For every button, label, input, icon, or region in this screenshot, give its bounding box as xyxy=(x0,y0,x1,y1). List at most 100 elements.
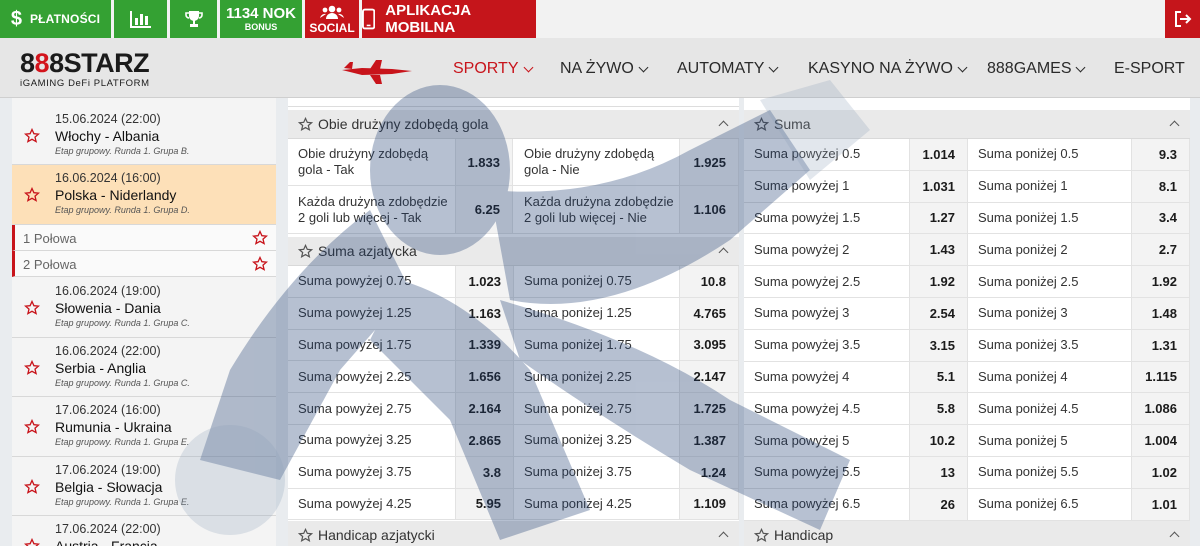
logout-button[interactable] xyxy=(1165,0,1200,38)
outcome-name: Suma poniżej 1.5 xyxy=(968,202,1132,234)
mobile-app-button[interactable]: APLIKACJA MOBILNA xyxy=(362,0,536,38)
odd-button[interactable]: 1.925 xyxy=(680,139,739,185)
odd-button[interactable]: 1.004 xyxy=(1132,425,1190,456)
second-half-item[interactable]: 2 Połowa xyxy=(12,251,276,277)
first-half-item[interactable]: 1 Połowa xyxy=(12,225,276,251)
odd-button[interactable]: 2.865 xyxy=(456,425,514,456)
odd-button[interactable]: 9.3 xyxy=(1132,139,1190,170)
odd-button[interactable]: 26 xyxy=(910,488,968,520)
star-icon[interactable] xyxy=(252,230,268,246)
odd-button[interactable]: 5.1 xyxy=(910,361,968,393)
star-icon[interactable] xyxy=(24,419,40,435)
odd-button[interactable]: 1.109 xyxy=(680,488,739,520)
nav-slots[interactable]: AUTOMATY xyxy=(677,60,779,78)
star-icon[interactable] xyxy=(298,528,313,543)
chevron-up-icon[interactable] xyxy=(718,120,729,131)
event-item[interactable]: 17.06.2024 (19:00) Belgia - Słowacja Eta… xyxy=(12,457,276,516)
odd-button[interactable]: 6.25 xyxy=(456,186,513,233)
odd-button[interactable]: 1.086 xyxy=(1132,393,1190,425)
odd-button[interactable]: 1.48 xyxy=(1132,298,1190,329)
nav-live[interactable]: NA ŻYWO xyxy=(560,60,649,78)
total-header[interactable]: Suma xyxy=(744,110,1190,139)
prev-market-edge xyxy=(288,98,739,107)
chevron-up-icon[interactable] xyxy=(718,531,729,542)
odd-button[interactable]: 2.147 xyxy=(680,361,739,393)
odd-button[interactable]: 1.106 xyxy=(680,186,739,233)
market-row: Suma powyżej 1.75 1.339 Suma poniżej 1.75 3… xyxy=(288,329,739,362)
nav-888games[interactable]: 888GAMES xyxy=(987,60,1086,78)
odd-button[interactable]: 1.014 xyxy=(910,139,968,170)
chevron-up-icon[interactable] xyxy=(718,247,729,258)
odd-button[interactable]: 1.27 xyxy=(910,202,968,234)
market-row: Suma powyżej 5.5 13 Suma poniżej 5.5 1.02 xyxy=(744,457,1190,489)
star-icon[interactable] xyxy=(298,117,313,132)
asian-handicap-header[interactable]: Handicap azjatycki xyxy=(288,521,739,546)
star-icon[interactable] xyxy=(24,479,40,495)
tournaments-button[interactable] xyxy=(170,0,217,38)
trophy-icon xyxy=(184,11,203,27)
nav-live-casino[interactable]: KASYNO NA ŻYWO xyxy=(808,60,968,78)
odd-button[interactable]: 1.24 xyxy=(680,456,739,488)
bonus-button[interactable]: 1134 NOK BONUS xyxy=(220,0,302,38)
btts-header[interactable]: Obie drużyny zdobędą gola xyxy=(288,110,739,139)
odd-button[interactable]: 10.8 xyxy=(680,266,739,297)
odd-button[interactable]: 1.43 xyxy=(910,234,968,266)
chevron-up-icon[interactable] xyxy=(1169,120,1180,131)
star-icon[interactable] xyxy=(754,528,769,543)
odd-button[interactable]: 1.031 xyxy=(910,170,968,202)
star-icon[interactable] xyxy=(754,117,769,132)
odd-button[interactable]: 1.387 xyxy=(680,425,739,456)
odd-button[interactable]: 1.023 xyxy=(456,266,514,297)
star-icon[interactable] xyxy=(24,360,40,376)
star-icon[interactable] xyxy=(24,187,40,203)
star-icon[interactable] xyxy=(252,256,268,272)
odd-button[interactable]: 3.8 xyxy=(456,456,514,488)
star-icon[interactable] xyxy=(24,538,40,546)
odd-button[interactable]: 1.163 xyxy=(456,297,514,329)
odd-button[interactable]: 1.01 xyxy=(1132,488,1190,520)
mobile-app-label: APLIKACJA MOBILNA xyxy=(385,2,471,36)
odd-button[interactable]: 1.115 xyxy=(1132,361,1190,393)
payments-button[interactable]: $ PŁATNOŚCI xyxy=(0,0,111,38)
odd-button[interactable]: 1.725 xyxy=(680,393,739,424)
nav-esport[interactable]: E-SPORT xyxy=(1114,60,1185,78)
event-item[interactable]: 16.06.2024 (19:00) Słowenia - Dania Etap… xyxy=(12,278,276,338)
odd-button[interactable]: 1.656 xyxy=(456,361,514,393)
event-item[interactable]: 16.06.2024 (22:00) Serbia - Anglia Etap … xyxy=(12,338,276,397)
odd-button[interactable]: 2.54 xyxy=(910,298,968,329)
odd-button[interactable]: 1.92 xyxy=(910,266,968,297)
odd-button[interactable]: 4.765 xyxy=(680,297,739,329)
logo[interactable]: 888STARZ iGAMING DeFi PLATFORM xyxy=(20,50,150,90)
nav-sports[interactable]: SPORTY xyxy=(453,60,533,78)
odd-button[interactable]: 1.02 xyxy=(1132,457,1190,488)
chevron-up-icon[interactable] xyxy=(1169,531,1180,542)
odd-button[interactable]: 1.31 xyxy=(1132,329,1190,361)
star-icon[interactable] xyxy=(24,128,40,144)
odd-button[interactable]: 1.339 xyxy=(456,329,514,361)
star-icon[interactable] xyxy=(298,244,313,259)
social-button[interactable]: SOCIAL xyxy=(305,0,359,38)
odd-button[interactable]: 5.8 xyxy=(910,393,968,425)
odd-button[interactable]: 3.095 xyxy=(680,329,739,361)
statistics-button[interactable] xyxy=(114,0,167,38)
odd-button[interactable]: 2.7 xyxy=(1132,234,1190,266)
odd-button[interactable]: 13 xyxy=(910,457,968,488)
odd-button[interactable]: 2.164 xyxy=(456,393,514,424)
handicap-header[interactable]: Handicap xyxy=(744,521,1190,546)
odd-button[interactable]: 5.95 xyxy=(456,488,514,520)
odd-button[interactable]: 1.833 xyxy=(456,139,513,185)
odd-button[interactable]: 3.4 xyxy=(1132,202,1190,234)
outcome-name: Suma powyżej 1.25 xyxy=(288,297,456,329)
odd-button[interactable]: 10.2 xyxy=(910,425,968,456)
event-item[interactable]: 15.06.2024 (22:00) Włochy - Albania Etap… xyxy=(12,106,276,165)
odd-button[interactable]: 3.15 xyxy=(910,329,968,361)
asian-total-header[interactable]: Suma azjatycka xyxy=(288,237,739,266)
event-item[interactable]: 17.06.2024 (16:00) Rumunia - Ukraina Eta… xyxy=(12,397,276,457)
event-item-selected[interactable]: 16.06.2024 (16:00) Polska - Niderlandy E… xyxy=(12,165,276,225)
star-icon[interactable] xyxy=(24,300,40,316)
odd-button[interactable]: 8.1 xyxy=(1132,170,1190,202)
logo-tagline: iGAMING DeFi PLATFORM xyxy=(20,78,150,89)
odd-button[interactable]: 1.92 xyxy=(1132,266,1190,297)
outcome-name: Suma poniżej 4.25 xyxy=(514,488,680,520)
event-item[interactable]: 17.06.2024 (22:00) Austria - Francja xyxy=(12,516,276,546)
